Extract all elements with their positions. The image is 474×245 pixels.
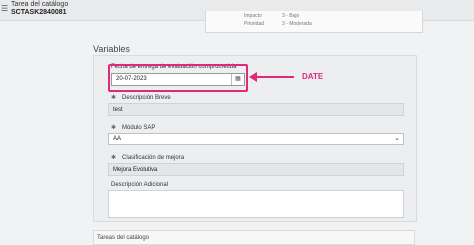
annotation-date-label: DATE — [302, 72, 324, 81]
variables-section-title: Variables — [93, 44, 130, 54]
record-title: Tarea del catálogo — [11, 1, 69, 8]
annotation-arrow-line — [252, 76, 294, 78]
priority-label: Prioridad — [244, 21, 265, 27]
brief-field-label: ✱ Descripción Breve — [111, 94, 171, 101]
brief-value: test — [113, 107, 123, 113]
module-value: AA — [113, 136, 122, 142]
brief-label-text: Descripción Breve — [122, 95, 171, 101]
priority-value: 3 - Moderada — [282, 21, 312, 27]
mandatory-icon: ✱ — [111, 155, 117, 161]
mandatory-icon: ✱ — [111, 95, 117, 101]
classification-label-text: Clasificación de mejora — [122, 155, 185, 161]
additional-description-textarea[interactable] — [108, 190, 404, 218]
annotation-highlight-box — [108, 64, 248, 92]
classification-value: Mejora Evolutiva — [113, 167, 158, 173]
classification-field-label: ✱ Clasificación de mejora — [111, 154, 184, 161]
hamburger-icon[interactable]: ☰ — [1, 4, 8, 13]
mandatory-icon: ✱ — [111, 125, 117, 131]
record-number: SCTASK2840081 — [11, 9, 67, 16]
annotation-arrow-head — [249, 72, 257, 82]
brief-description-input[interactable]: test — [108, 103, 404, 116]
catalog-tasks-label: Tareas del catálogo — [97, 235, 150, 241]
catalog-tasks-section: Tareas del catálogo — [93, 230, 415, 245]
classification-input[interactable]: Mejora Evolutiva — [108, 163, 404, 176]
module-label-text: Módulo SAP — [122, 125, 156, 131]
sap-module-select[interactable]: AA ⌄ — [108, 133, 404, 145]
impact-label: Impacto — [244, 13, 262, 19]
summary-card: Impacto 3 - Bajo Prioridad 3 - Moderada — [205, 11, 423, 33]
impact-value: 3 - Bajo — [282, 13, 300, 19]
module-field-label: ✱ Módulo SAP — [111, 124, 155, 131]
additional-description-label: Descripción Adicional — [111, 182, 169, 188]
chevron-down-icon[interactable]: ⌄ — [394, 134, 400, 142]
